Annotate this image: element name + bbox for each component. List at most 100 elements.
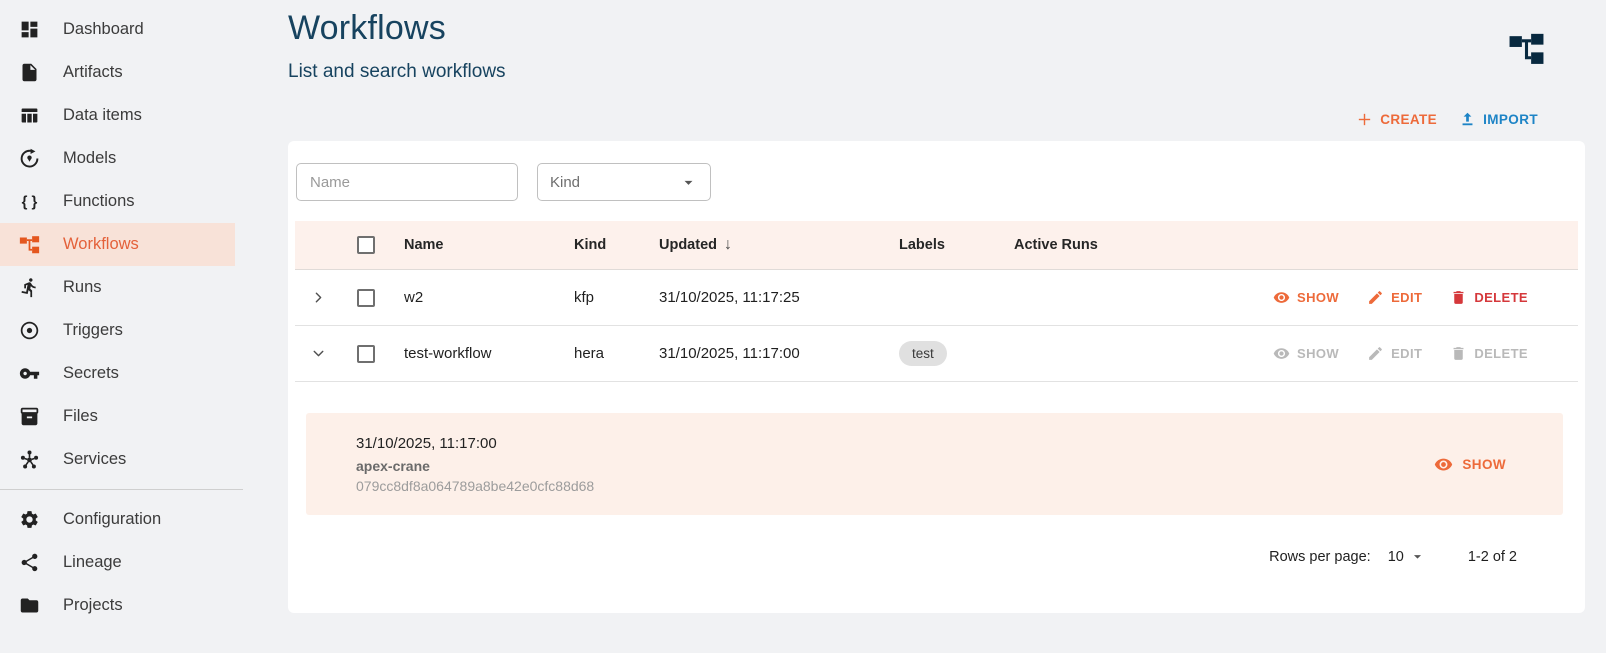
sidebar-item-workflows[interactable]: Workflows	[0, 223, 235, 266]
column-header-name[interactable]: Name	[391, 237, 561, 253]
column-header-labels[interactable]: Labels	[886, 237, 1001, 253]
hub-icon	[18, 449, 40, 471]
sidebar-divider	[0, 489, 243, 490]
eye-icon	[1273, 348, 1290, 359]
sidebar-item-data-items[interactable]: Data items	[0, 94, 235, 137]
workflows-table: Name Kind Updated ↓ Labels Active Runs w…	[295, 221, 1578, 382]
sidebar-item-models[interactable]: Models	[0, 137, 235, 180]
sidebar-item-label: Triggers	[63, 321, 123, 339]
pencil-icon	[1369, 291, 1382, 304]
sidebar-item-label: Functions	[63, 192, 135, 210]
import-button[interactable]: IMPORT	[1459, 111, 1538, 128]
column-header-kind[interactable]: Kind	[561, 237, 646, 253]
run-name: apex-crane	[356, 457, 430, 474]
sort-desc-icon[interactable]: ↓	[724, 236, 732, 254]
sidebar-item-label: Services	[63, 450, 127, 468]
toolbar: CREATE IMPORT	[288, 111, 1538, 128]
key-icon	[18, 363, 40, 385]
sidebar-item-services[interactable]: Services	[0, 438, 235, 481]
sidebar-item-label: Lineage	[63, 553, 122, 571]
rows-per-page-select[interactable]: 10	[1388, 548, 1426, 565]
sidebar-item-functions[interactable]: { } Functions	[0, 180, 235, 223]
cell-name: test-workflow	[404, 345, 492, 362]
page-subtitle: List and search workflows	[288, 61, 506, 82]
run-details: 31/10/2025, 11:17:00 apex-crane 079cc8df…	[356, 435, 594, 494]
table-row: w2 kfp 31/10/2025, 11:17:25 SHOW EDIT DE…	[295, 270, 1578, 326]
delete-button[interactable]: DELETE	[1450, 289, 1528, 306]
sidebar-item-label: Workflows	[63, 235, 139, 253]
sidebar-item-files[interactable]: Files	[0, 395, 235, 438]
workflows-page-icon	[1508, 30, 1545, 67]
kind-filter-select[interactable]: Kind	[537, 163, 711, 201]
row-checkbox[interactable]	[357, 344, 375, 363]
share-network-icon	[18, 552, 40, 574]
kind-select-label: Kind	[550, 173, 581, 191]
target-icon	[18, 320, 40, 342]
plus-icon	[1359, 113, 1371, 126]
storage-box-icon	[18, 406, 40, 428]
edit-button[interactable]: EDIT	[1367, 289, 1422, 306]
import-button-label: IMPORT	[1483, 112, 1538, 127]
show-button-disabled: SHOW	[1273, 345, 1339, 362]
page-title: Workflows	[288, 9, 446, 47]
expand-row-button[interactable]	[295, 289, 341, 306]
pencil-icon	[1369, 347, 1382, 360]
artifact-file-icon	[18, 62, 40, 84]
delete-button-disabled: DELETE	[1450, 345, 1528, 362]
folder-icon	[18, 595, 40, 617]
column-header-updated[interactable]: Updated ↓	[646, 236, 886, 254]
chevron-down-icon	[313, 350, 323, 357]
model-training-icon	[18, 148, 40, 170]
sidebar-item-dashboard[interactable]: Dashboard	[0, 8, 235, 51]
sidebar-item-runs[interactable]: Runs	[0, 266, 235, 309]
cell-name: w2	[404, 289, 424, 306]
sidebar-item-label: Files	[63, 407, 98, 425]
sidebar-item-configuration[interactable]: Configuration	[0, 498, 235, 541]
sidebar-item-lineage[interactable]: Lineage	[0, 541, 235, 584]
data-table-icon	[18, 105, 40, 127]
chevron-right-icon	[315, 292, 321, 303]
expanded-run-panel: 31/10/2025, 11:17:00 apex-crane 079cc8df…	[306, 413, 1563, 515]
code-braces-icon: { }	[18, 191, 40, 213]
sidebar-item-label: Artifacts	[63, 63, 123, 81]
name-filter-input[interactable]	[296, 163, 518, 201]
sidebar-item-artifacts[interactable]: Artifacts	[0, 51, 235, 94]
sidebar-item-label: Configuration	[63, 510, 162, 528]
workflow-schema-icon	[18, 234, 40, 256]
label-chip: test	[899, 340, 947, 367]
pagination-range: 1-2 of 2	[1467, 548, 1517, 565]
cell-updated: 31/10/2025, 11:17:00	[659, 345, 800, 362]
show-button[interactable]: SHOW	[1273, 289, 1339, 306]
edit-button-disabled: EDIT	[1367, 345, 1422, 362]
row-actions: SHOW EDIT DELETE	[1131, 345, 1578, 362]
create-button[interactable]: CREATE	[1356, 111, 1437, 128]
sidebar-item-triggers[interactable]: Triggers	[0, 309, 235, 352]
row-checkbox[interactable]	[357, 288, 375, 307]
sidebar-item-label: Data items	[63, 106, 142, 124]
upload-icon	[1462, 112, 1473, 126]
dashboard-icon	[18, 19, 40, 41]
sidebar-item-label: Projects	[63, 596, 123, 614]
trash-icon	[1453, 347, 1464, 360]
eye-icon	[1273, 292, 1290, 303]
sidebar-item-label: Dashboard	[63, 20, 144, 38]
run-timestamp: 31/10/2025, 11:17:00	[356, 434, 497, 452]
row-actions: SHOW EDIT DELETE	[1131, 289, 1578, 306]
cell-labels: test	[886, 340, 1001, 367]
rows-per-page-label: Rows per page:	[1269, 548, 1371, 565]
collapse-row-button[interactable]	[295, 345, 341, 362]
select-all-checkbox[interactable]	[357, 236, 375, 254]
cell-kind: kfp	[574, 289, 595, 306]
filters-bar: Kind	[296, 163, 1578, 201]
caret-down-icon	[1413, 555, 1421, 559]
sidebar-item-label: Models	[63, 149, 117, 167]
trash-icon	[1453, 291, 1464, 304]
sidebar-item-secrets[interactable]: Secrets	[0, 352, 235, 395]
gear-icon	[18, 509, 40, 531]
sidebar-item-label: Runs	[63, 278, 102, 296]
caret-down-icon	[684, 180, 693, 185]
sidebar-item-projects[interactable]: Projects	[0, 584, 235, 627]
table-row: test-workflow hera 31/10/2025, 11:17:00 …	[295, 326, 1578, 382]
run-show-button[interactable]: SHOW	[1434, 455, 1506, 474]
column-header-active-runs[interactable]: Active Runs	[1001, 237, 1131, 253]
